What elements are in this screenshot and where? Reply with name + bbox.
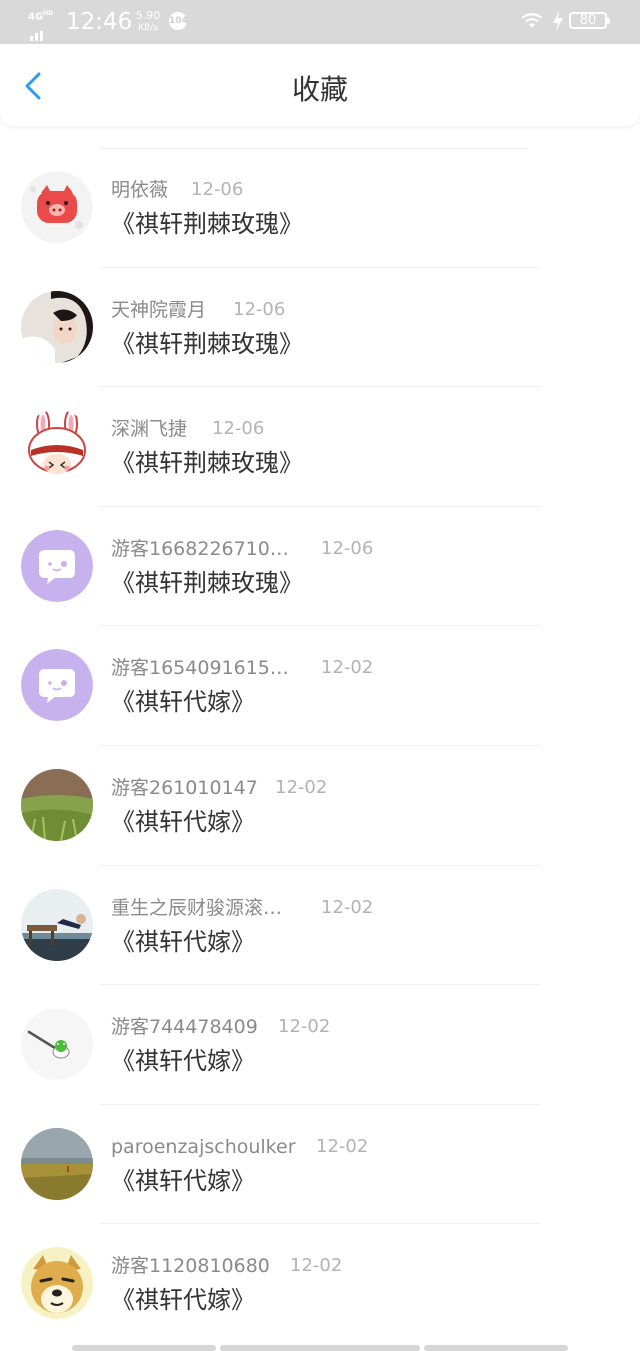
book-title[interactable]: 《祺轩代嫁》: [111, 806, 255, 838]
user-name: 重生之辰财骏源滚…: [111, 896, 283, 919]
battery-icon: 80: [569, 12, 610, 29]
notification-badge: 104: [169, 12, 188, 30]
list-item[interactable]: 游客261010147 12-02 《祺轩代嫁》: [0, 746, 640, 866]
user-name: 游客1668226710…: [111, 537, 289, 560]
network-speed: 5.90 KB/s: [133, 10, 163, 34]
list-item[interactable]: 游客744478409 12-02 《祺轩代嫁》: [0, 985, 640, 1105]
default-chat-avatar[interactable]: [21, 529, 93, 602]
list-item[interactable]: paroenzajschoulker 12-02 《祺轩代嫁》: [0, 1105, 640, 1225]
speed-unit: KB/s: [138, 23, 158, 33]
charging-icon: [553, 11, 563, 31]
list-item[interactable]: 重生之辰财骏源滚… 12-02 《祺轩代嫁》: [0, 866, 640, 986]
landscape-avatar[interactable]: [21, 1127, 93, 1200]
green-figure-avatar[interactable]: [21, 1008, 93, 1081]
page-title: 收藏: [291, 73, 348, 106]
item-date: 12-06: [233, 298, 286, 320]
book-title[interactable]: 《祺轩荆棘玫瑰》: [111, 567, 303, 599]
list-item[interactable]: 明依薇 12-06 《祺轩荆棘玫瑰》: [0, 148, 640, 268]
pink-pig-avatar[interactable]: [21, 171, 93, 243]
signal-icon: 4GHD: [28, 9, 60, 41]
book-title[interactable]: 《祺轩荆棘玫瑰》: [111, 208, 303, 240]
item-date: 12-06: [191, 179, 244, 200]
back-button[interactable]: [16, 68, 52, 104]
lounging-man-avatar[interactable]: [21, 888, 93, 961]
list-item[interactable]: 游客1654091615… 12-02 《祺轩代嫁》: [0, 626, 640, 746]
item-date: 12-02: [278, 1016, 331, 1038]
list-item[interactable]: 天神院霞月 12-06 《祺轩荆棘玫瑰》: [0, 268, 640, 388]
list-item[interactable]: 深渊飞捷 12-06 《祺轩荆棘玫瑰》: [0, 387, 640, 507]
list-item[interactable]: 游客1668226710… 12-06 《祺轩荆棘玫瑰》: [0, 507, 640, 627]
book-title[interactable]: 《祺轩代嫁》: [111, 686, 255, 718]
tab-indicator[interactable]: [72, 1345, 216, 1351]
wifi-icon: [521, 13, 543, 28]
status-time: 12:46: [66, 9, 133, 35]
user-name: 天神院霞月: [111, 298, 207, 321]
book-title[interactable]: 《祺轩代嫁》: [111, 1045, 255, 1077]
book-title[interactable]: 《祺轩代嫁》: [111, 1284, 255, 1316]
girl-photo-avatar[interactable]: [21, 290, 93, 363]
item-date: 12-02: [316, 1135, 369, 1157]
item-date: 12-02: [290, 1255, 343, 1277]
book-title[interactable]: 《祺轩代嫁》: [111, 1165, 255, 1197]
bottom-tab-bar: [0, 1345, 640, 1351]
item-date: 12-02: [321, 657, 374, 679]
user-name: paroenzajschoulker: [111, 1135, 296, 1158]
chevron-left-icon: [25, 72, 41, 100]
book-title[interactable]: 《祺轩荆棘玫瑰》: [111, 447, 303, 479]
doge-avatar[interactable]: [21, 1247, 93, 1320]
item-date: 12-02: [321, 896, 374, 918]
status-bar: 4GHD 12:46 5.90 KB/s 104 80: [0, 0, 640, 44]
user-name: 游客261010147: [111, 776, 258, 799]
tab-indicator[interactable]: [220, 1345, 420, 1351]
user-name: 游客744478409: [111, 1016, 258, 1039]
bunny-cartoon-avatar[interactable]: [21, 410, 93, 483]
book-title[interactable]: 《祺轩代嫁》: [111, 926, 255, 958]
default-chat-avatar[interactable]: [21, 649, 93, 722]
user-name: 游客1120810680: [111, 1255, 270, 1278]
item-date: 12-06: [212, 418, 265, 440]
list-item[interactable]: 游客1120810680 12-02 《祺轩代嫁》: [0, 1224, 640, 1344]
grass-field-avatar[interactable]: [21, 768, 93, 841]
user-name: 明依薇: [111, 179, 169, 201]
network-hd: HD: [43, 10, 54, 17]
network-type: 4G: [28, 11, 44, 23]
item-date: 12-06: [321, 537, 374, 559]
header: 收藏: [0, 44, 640, 126]
user-name: 深渊飞捷: [111, 418, 188, 441]
user-name: 游客1654091615…: [111, 657, 289, 680]
favorites-list: 明依薇 12-06 《祺轩荆棘玫瑰》 天神院霞月 12-06 《祺轩荆棘玫瑰》 …: [0, 148, 640, 1344]
speed-value: 5.90: [135, 9, 161, 22]
book-title[interactable]: 《祺轩荆棘玫瑰》: [111, 328, 303, 360]
tab-indicator[interactable]: [424, 1345, 568, 1351]
item-date: 12-02: [275, 776, 328, 798]
